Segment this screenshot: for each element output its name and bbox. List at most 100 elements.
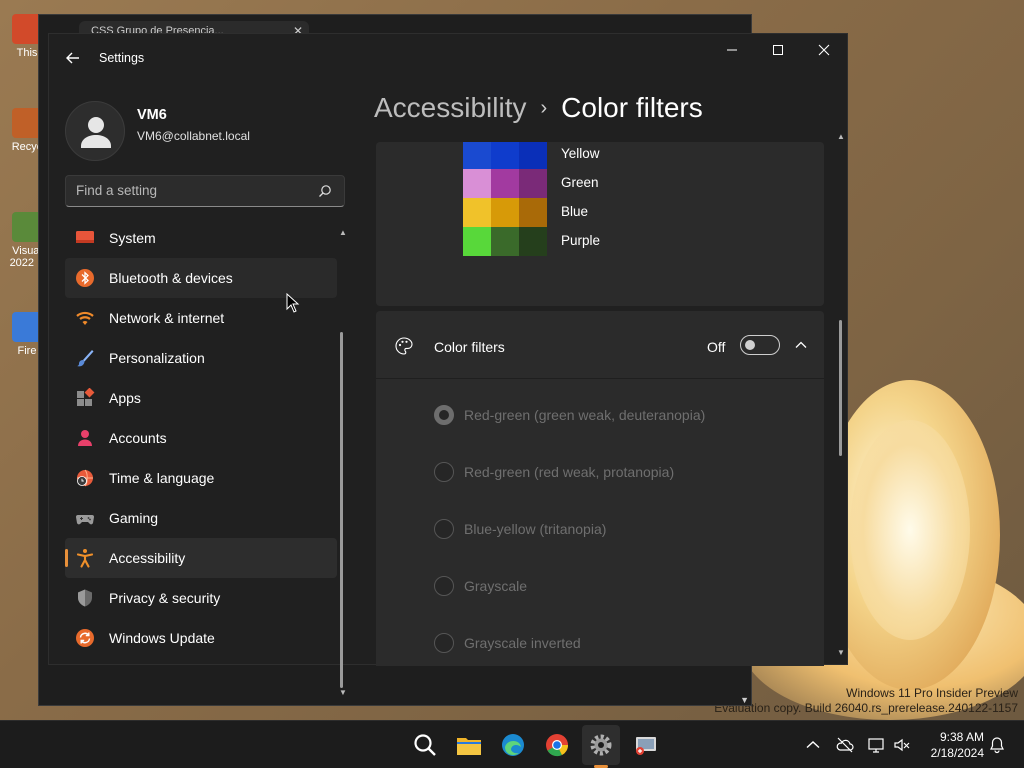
- bluetooth-icon: [76, 269, 94, 287]
- color-swatch-row: [463, 227, 547, 256]
- watermark-edition: Windows 11 Pro Insider Preview: [846, 686, 1018, 700]
- sidebar-item-label: Gaming: [109, 510, 159, 526]
- app-title: Settings: [99, 51, 145, 65]
- sidebar-item-label: Privacy & security: [109, 590, 221, 606]
- system-icon: [76, 231, 94, 243]
- scroll-down-arrow-icon[interactable]: ▼: [339, 688, 347, 697]
- minimize-icon: [727, 49, 737, 51]
- search-icon[interactable]: [411, 731, 439, 759]
- person-silhouette-icon: [81, 117, 111, 148]
- minimize-button[interactable]: [709, 34, 755, 66]
- clock-date: 2/18/2024: [930, 746, 984, 760]
- scroll-down-arrow-icon[interactable]: ▼: [740, 695, 749, 705]
- title-bar[interactable]: Settings: [49, 34, 847, 82]
- search-box[interactable]: [65, 175, 345, 207]
- settings-window: Settings VM6 VM6@collabnet.local Find a …: [48, 33, 848, 697]
- chrome-icon[interactable]: [543, 731, 571, 759]
- filter-option[interactable]: Grayscale: [434, 574, 527, 598]
- color-filters-card: Color filters Off Red-green (green weak,…: [376, 311, 824, 666]
- filter-option-label: Red-green (green weak, deuteranopia): [464, 407, 706, 423]
- swatch-label: Blue: [561, 204, 589, 219]
- filter-option[interactable]: Red-green (red weak, protanopia): [434, 460, 674, 484]
- filter-option-label: Grayscale inverted: [464, 635, 581, 651]
- search-icon[interactable]: [318, 184, 332, 198]
- color-swatch-row: [463, 198, 547, 227]
- breadcrumb-parent[interactable]: Accessibility: [374, 92, 526, 124]
- color-swatch: [519, 169, 547, 198]
- person-icon: [78, 430, 92, 446]
- sidebar-item-label: Network & internet: [109, 310, 225, 326]
- search-input[interactable]: [76, 183, 316, 198]
- edge-icon[interactable]: [499, 731, 527, 759]
- user-profile[interactable]: VM6 VM6@collabnet.local: [65, 98, 355, 168]
- breadcrumb: Accessibility › Color filters: [374, 92, 703, 124]
- sidebar-item-personalization[interactable]: Personalization: [65, 338, 337, 378]
- color-preview-card: Yellow Green Blue Purple: [376, 142, 824, 306]
- sidebar-item-label: Accessibility: [109, 550, 186, 566]
- content-scrollbar[interactable]: ▲ ▼: [837, 132, 845, 664]
- swatch-label: Purple: [561, 233, 601, 248]
- wallpaper-bloom: [850, 420, 970, 640]
- sidebar-item-system[interactable]: System: [65, 218, 337, 258]
- scroll-up-arrow-icon[interactable]: ▲: [339, 228, 347, 237]
- back-arrow-icon[interactable]: [63, 48, 83, 68]
- chevron-up-icon[interactable]: [794, 338, 808, 352]
- avatar[interactable]: [65, 101, 125, 161]
- scroll-up-arrow-icon[interactable]: ▲: [837, 132, 845, 141]
- color-filters-toggle[interactable]: [740, 335, 780, 355]
- user-name: VM6: [137, 107, 167, 123]
- sidebar-item-time[interactable]: Time & language: [65, 458, 337, 498]
- color-swatch: [491, 227, 519, 256]
- sidebar-scroll-thumb[interactable]: [340, 332, 343, 688]
- accessibility-icon: [76, 549, 94, 568]
- filter-option[interactable]: Grayscale inverted: [434, 631, 581, 655]
- sidebar-item-bluetooth[interactable]: Bluetooth & devices: [65, 258, 337, 298]
- sidebar-item-gaming[interactable]: Gaming: [65, 498, 337, 538]
- network-monitor-icon[interactable]: [867, 736, 885, 754]
- close-button[interactable]: [801, 34, 847, 66]
- sidebar-item-privacy[interactable]: Privacy & security: [65, 578, 337, 618]
- filter-option[interactable]: Red-green (green weak, deuteranopia): [434, 403, 705, 427]
- maximize-icon: [773, 45, 783, 55]
- color-swatch: [519, 142, 547, 169]
- globe-clock-icon: [77, 469, 93, 487]
- radio-button[interactable]: [434, 462, 454, 482]
- volume-muted-icon[interactable]: [893, 736, 911, 754]
- sidebar-item-label: Windows Update: [109, 630, 215, 646]
- sidebar-item-label: Personalization: [109, 350, 205, 366]
- maximize-button[interactable]: [755, 34, 801, 66]
- settings-icon[interactable]: [587, 731, 615, 759]
- radio-button[interactable]: [434, 576, 454, 596]
- palette-icon: [395, 337, 413, 355]
- radio-button[interactable]: [434, 519, 454, 539]
- radio-button[interactable]: [434, 633, 454, 653]
- file-explorer-icon[interactable]: [455, 731, 483, 759]
- user-email: VM6@collabnet.local: [137, 129, 250, 143]
- wifi-icon: [76, 311, 94, 325]
- content-scroll-thumb[interactable]: [839, 320, 842, 456]
- color-swatch-row: [463, 142, 547, 169]
- color-swatch: [519, 198, 547, 227]
- chevron-up-icon[interactable]: [804, 736, 822, 754]
- sidebar-item-accessibility[interactable]: Accessibility: [65, 538, 337, 578]
- swatch-label: Yellow: [561, 146, 600, 161]
- cloud-offline-icon[interactable]: [836, 736, 854, 754]
- filter-option[interactable]: Blue-yellow (tritanopia): [434, 517, 606, 541]
- remote-desktop-icon[interactable]: [631, 731, 659, 759]
- color-swatch: [463, 227, 491, 256]
- taskbar: 9:38 AM 2/18/2024: [0, 720, 1024, 768]
- sidebar-item-accounts[interactable]: Accounts: [65, 418, 337, 458]
- notification-bell-icon[interactable]: [988, 736, 1006, 754]
- close-icon: [818, 44, 830, 56]
- sidebar-scrollbar[interactable]: ▲ ▼: [339, 228, 347, 697]
- page-title: Color filters: [561, 92, 703, 123]
- navigation-list: System Bluetooth & devices Network & inter…: [65, 218, 337, 662]
- color-filters-header[interactable]: Color filters Off: [376, 311, 824, 379]
- radio-button[interactable]: [434, 405, 454, 425]
- sidebar-item-update[interactable]: Windows Update: [65, 618, 337, 658]
- scroll-down-arrow-icon[interactable]: ▼: [837, 648, 845, 657]
- system-clock[interactable]: 9:38 AM 2/18/2024: [922, 729, 984, 761]
- sidebar-item-apps[interactable]: Apps: [65, 378, 337, 418]
- content-scroll-area[interactable]: Yellow Green Blue Purple Color filters Off …: [376, 142, 824, 666]
- gamepad-icon: [76, 515, 94, 525]
